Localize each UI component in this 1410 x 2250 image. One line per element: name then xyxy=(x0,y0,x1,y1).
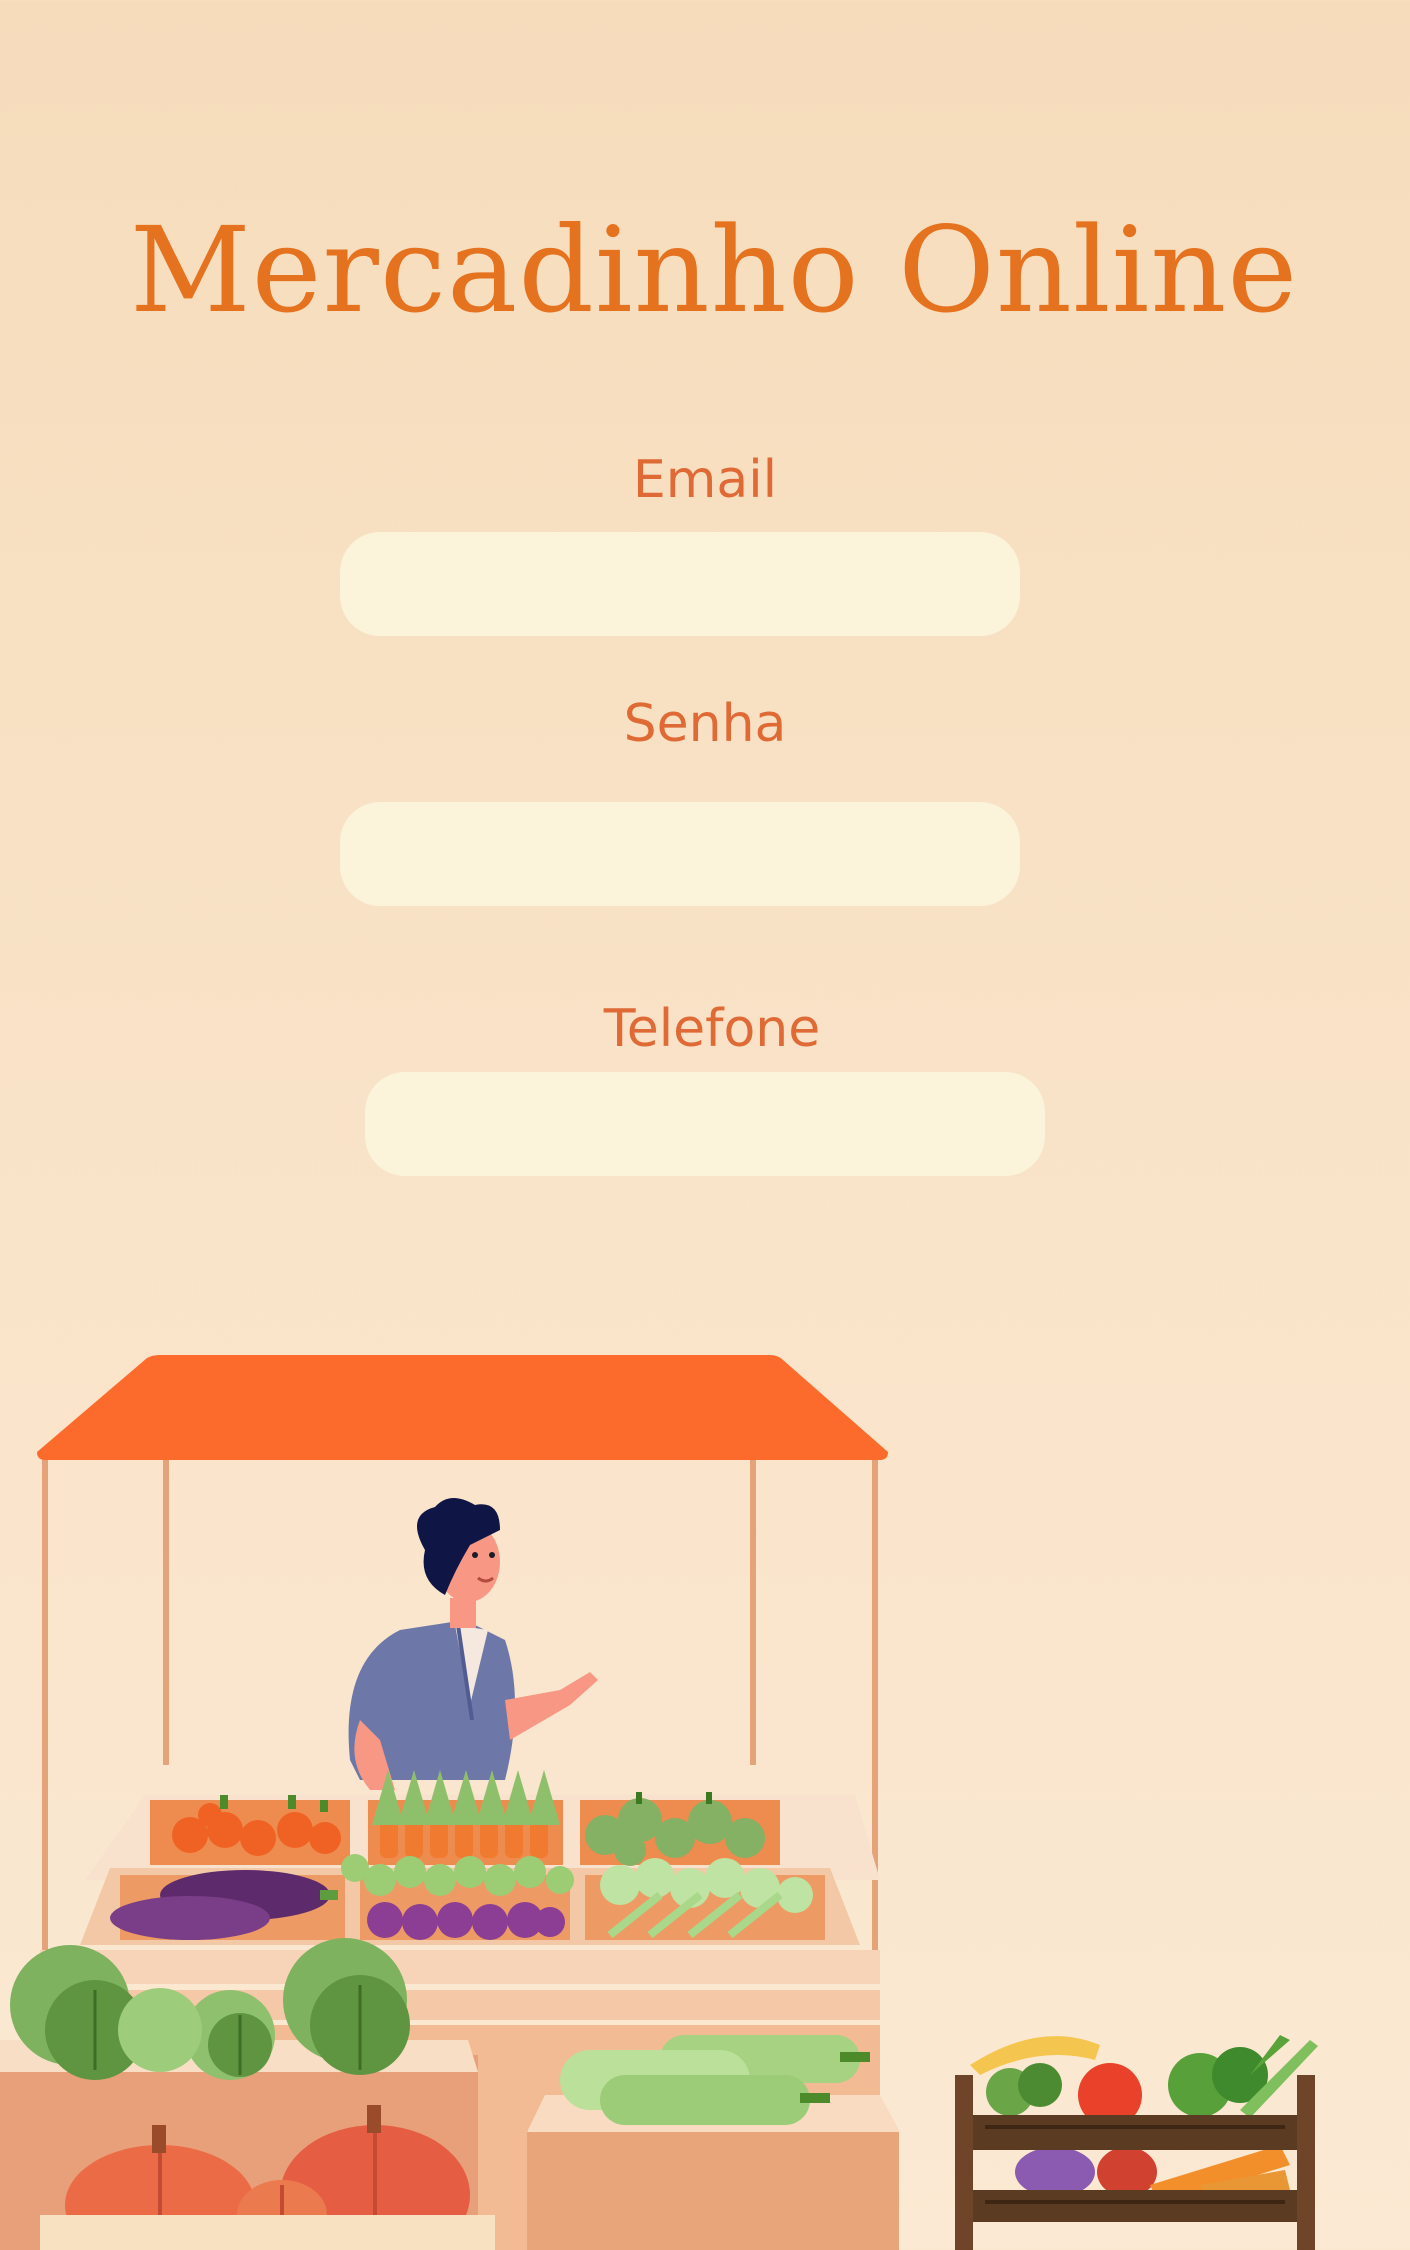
cabbage-crate xyxy=(0,1938,495,2250)
produce-crates xyxy=(80,1770,880,1945)
vegetable-box xyxy=(955,2035,1318,2250)
awning xyxy=(37,1355,888,1460)
market-stall-illustration xyxy=(0,1355,1318,2250)
vendor-figure xyxy=(348,1497,598,1790)
zucchini-crate xyxy=(527,2035,900,2250)
